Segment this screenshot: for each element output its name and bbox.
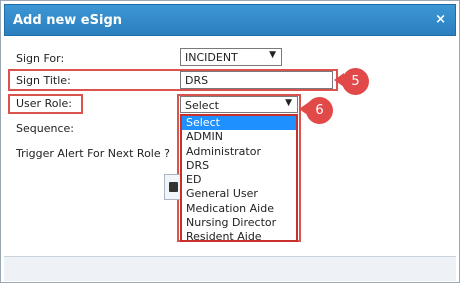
user-role-select[interactable]: Select ▼ <box>180 96 298 113</box>
dialog: Add new eSign × Sign For: INCIDENT ▼ Sig… <box>0 0 460 283</box>
dropdown-option[interactable]: ADMIN <box>182 130 296 144</box>
sign-for-value: INCIDENT <box>185 51 238 64</box>
sign-title-value: DRS <box>185 74 209 87</box>
trigger-alert-label: Trigger Alert For Next Role ? <box>16 147 170 160</box>
chevron-down-icon: ▼ <box>285 98 292 108</box>
sign-title-label: Sign Title: <box>16 74 71 87</box>
close-icon[interactable]: × <box>435 13 446 26</box>
dropdown-option[interactable]: DRS <box>182 159 296 173</box>
dropdown-option[interactable]: Resident Aide <box>182 230 296 244</box>
chevron-down-icon: ▼ <box>269 50 276 60</box>
dropdown-option[interactable]: General User <box>182 187 296 201</box>
dropdown-option[interactable]: Select <box>182 116 296 131</box>
user-role-dropdown[interactable]: Select ADMIN Administrator DRS ED Genera… <box>180 114 298 244</box>
dropdown-option[interactable]: ED <box>182 173 296 187</box>
dialog-titlebar: Add new eSign × <box>4 4 456 36</box>
sign-for-select[interactable]: INCIDENT ▼ <box>180 48 282 66</box>
dialog-footer <box>4 256 456 281</box>
callout-5: 5 <box>342 68 369 95</box>
sign-for-label: Sign For: <box>16 52 65 65</box>
dropdown-option[interactable]: Nursing Director <box>182 216 296 230</box>
dropdown-option[interactable]: Medication Aide <box>182 202 296 216</box>
sign-title-input[interactable]: DRS <box>180 71 333 89</box>
user-role-label: User Role: <box>16 97 72 110</box>
save-icon <box>169 182 178 192</box>
sequence-label: Sequence: <box>16 122 74 135</box>
dialog-title: Add new eSign <box>13 13 123 28</box>
callout-6: 6 <box>306 97 333 124</box>
user-role-value: Select <box>185 99 219 112</box>
dropdown-option[interactable]: Administrator <box>182 145 296 159</box>
